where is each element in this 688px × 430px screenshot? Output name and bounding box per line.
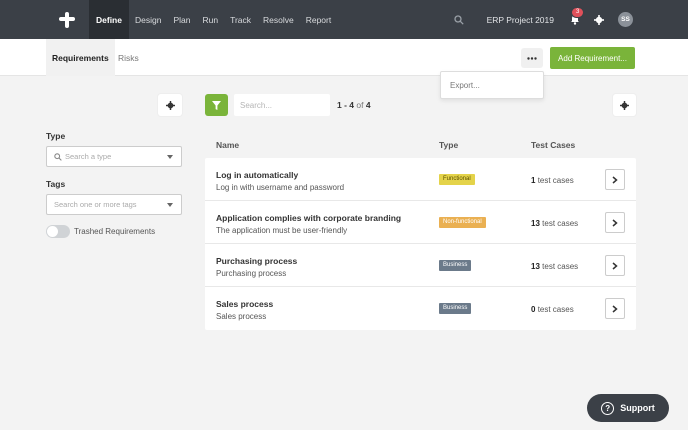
avatar[interactable]: SS xyxy=(618,12,633,27)
requirement-description: Purchasing process xyxy=(216,269,287,278)
tab-requirements[interactable]: Requirements xyxy=(46,39,115,76)
test-case-number: 13 xyxy=(531,219,540,228)
type-label: Type xyxy=(46,131,66,141)
add-requirement-button[interactable]: Add Requirement... xyxy=(550,47,635,69)
filter-button[interactable] xyxy=(205,94,228,116)
test-case-unit: test cases xyxy=(537,176,574,185)
pagination-total: 4 xyxy=(365,100,371,110)
requirement-name[interactable]: Application complies with corporate bran… xyxy=(216,213,401,223)
gear-icon[interactable] xyxy=(592,13,606,27)
column-header-name[interactable]: Name xyxy=(216,140,239,150)
open-requirement-button[interactable] xyxy=(605,169,625,190)
chevron-right-icon xyxy=(612,175,618,184)
tab-risks[interactable]: Risks xyxy=(118,39,139,76)
requirement-description: Sales process xyxy=(216,312,267,321)
nav-run[interactable]: Run xyxy=(196,0,224,39)
type-badge: Non-functional xyxy=(439,217,486,228)
pagination-range: 1 - 4 xyxy=(337,100,355,110)
search-input[interactable] xyxy=(234,94,330,116)
search-icon xyxy=(54,152,62,161)
requirement-description: Log in with username and password xyxy=(216,183,345,192)
filter-icon xyxy=(212,100,221,110)
test-case-number: 0 xyxy=(531,305,536,314)
trashed-toggle[interactable] xyxy=(46,225,70,238)
column-header-test-cases[interactable]: Test Cases xyxy=(531,140,575,150)
export-menu-item[interactable]: Export... xyxy=(440,71,544,99)
open-requirement-button[interactable] xyxy=(605,212,625,233)
chevron-right-icon xyxy=(612,218,618,227)
test-case-count: 1 test cases xyxy=(531,176,574,185)
trashed-toggle-label: Trashed Requirements xyxy=(74,227,156,236)
column-header-type[interactable]: Type xyxy=(439,140,458,150)
filter-settings-gear-icon[interactable] xyxy=(158,94,182,116)
nav-right: ERP Project 2019 3 SS xyxy=(452,0,688,39)
table-row[interactable]: Purchasing process Purchasing process Bu… xyxy=(205,244,636,287)
nav-report[interactable]: Report xyxy=(300,0,338,39)
bell-icon[interactable]: 3 xyxy=(568,6,585,27)
nav-define[interactable]: Define xyxy=(89,0,129,39)
tags-select-placeholder: Search one or more tags xyxy=(54,200,137,209)
support-label: Support xyxy=(620,403,655,413)
test-case-unit: test cases xyxy=(537,305,574,314)
project-selector[interactable]: ERP Project 2019 xyxy=(487,15,554,25)
table-row[interactable]: Log in automatically Log in with usernam… xyxy=(205,158,636,201)
requirement-description: The application must be user-friendly xyxy=(216,226,348,235)
test-case-unit: test cases xyxy=(542,219,579,228)
table-settings-gear-icon[interactable] xyxy=(613,94,636,116)
open-requirement-button[interactable] xyxy=(605,298,625,319)
search-icon[interactable] xyxy=(452,13,466,27)
top-nav: Define Design Plan Run Track Resolve Rep… xyxy=(0,0,688,39)
nav-resolve[interactable]: Resolve xyxy=(257,0,300,39)
type-badge: Functional xyxy=(439,174,475,185)
chevron-down-icon xyxy=(167,203,173,207)
test-case-number: 13 xyxy=(531,262,540,271)
pagination-info: 1 - 4 of 4 xyxy=(337,100,371,110)
table-row[interactable]: Sales process Sales process Business 0 t… xyxy=(205,287,636,330)
chevron-right-icon xyxy=(612,304,618,313)
requirement-name[interactable]: Purchasing process xyxy=(216,256,297,266)
test-case-count: 13 test cases xyxy=(531,219,578,228)
nav-plan[interactable]: Plan xyxy=(167,0,196,39)
test-case-number: 1 xyxy=(531,176,536,185)
toggle-knob xyxy=(47,226,58,237)
type-badge: Business xyxy=(439,260,472,271)
requirements-table: Log in automatically Log in with usernam… xyxy=(205,158,636,330)
requirement-name[interactable]: Sales process xyxy=(216,299,273,309)
notification-badge: 3 xyxy=(571,6,585,18)
ellipsis-icon xyxy=(527,56,537,60)
open-requirement-button[interactable] xyxy=(605,255,625,276)
nav-track[interactable]: Track xyxy=(224,0,257,39)
chevron-right-icon xyxy=(612,261,618,270)
type-select-placeholder: Search a type xyxy=(65,152,112,161)
help-icon: ? xyxy=(601,401,615,415)
tags-label: Tags xyxy=(46,179,66,189)
type-badge: Business xyxy=(439,303,472,314)
more-options-button[interactable] xyxy=(521,48,543,68)
type-select[interactable]: Search a type xyxy=(46,146,182,167)
table-row[interactable]: Application complies with corporate bran… xyxy=(205,201,636,244)
app-logo-icon[interactable] xyxy=(45,0,89,39)
requirement-name[interactable]: Log in automatically xyxy=(216,170,298,180)
test-case-unit: test cases xyxy=(542,262,579,271)
chevron-down-icon xyxy=(167,155,173,159)
support-button[interactable]: ? Support xyxy=(587,394,669,422)
tags-select[interactable]: Search one or more tags xyxy=(46,194,182,215)
nav-design[interactable]: Design xyxy=(129,0,167,39)
pagination-of: of xyxy=(356,100,364,110)
test-case-count: 13 test cases xyxy=(531,262,578,271)
test-case-count: 0 test cases xyxy=(531,305,574,314)
